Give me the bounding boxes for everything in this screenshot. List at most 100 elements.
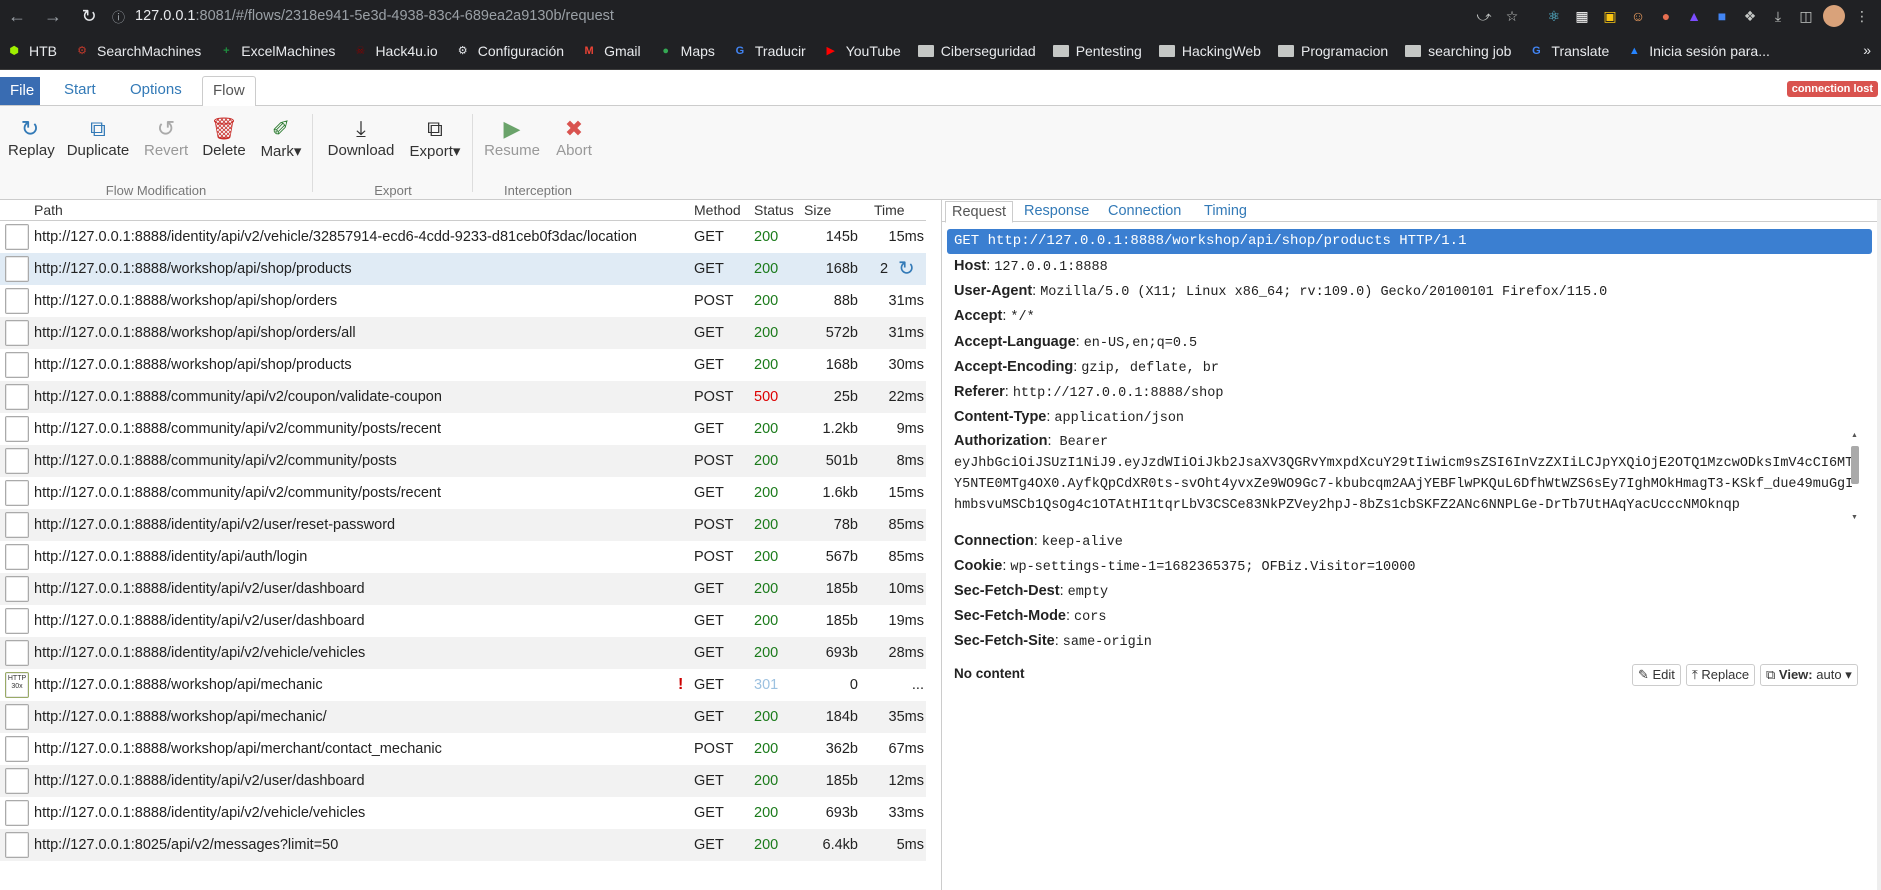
replay-row-icon[interactable]: ↻	[898, 253, 915, 285]
bookmark-item[interactable]: ▲ Inicia sesión para...	[1626, 43, 1770, 59]
flow-row[interactable]: http://127.0.0.1:8888/workshop/api/merch…	[0, 733, 926, 765]
address-field[interactable]: ⓘ 127.0.0.1:8081/#/flows/2318e941-5e3d-4…	[112, 0, 614, 32]
browser-menu-icon[interactable]: ⋮	[1851, 5, 1873, 27]
edit-button[interactable]: ✎ Edit	[1632, 664, 1681, 686]
flow-row[interactable]: http://127.0.0.1:8888/workshop/api/shop/…	[0, 349, 926, 381]
bookmark-item[interactable]: Programacion	[1277, 43, 1388, 59]
header-accept-language[interactable]: Accept-Language: en-US,en;q=0.5	[954, 334, 1197, 351]
flow-row[interactable]: http://127.0.0.1:8888/community/api/v2/c…	[0, 381, 926, 413]
replace-button[interactable]: ⤒ Replace	[1686, 664, 1756, 686]
revert-button[interactable]: ↺ Revert	[144, 116, 188, 159]
resume-button[interactable]: ▶ Resume	[484, 116, 540, 159]
bookmark-item[interactable]: G Traducir	[732, 43, 806, 59]
extension-grid-icon[interactable]: ▦	[1571, 5, 1593, 27]
header-sec-fetch-site[interactable]: Sec-Fetch-Site: same-origin	[954, 633, 1152, 650]
header-host[interactable]: Host: 127.0.0.1:8888	[954, 258, 1108, 275]
flow-row[interactable]: http://127.0.0.1:8888/identity/api/v2/ve…	[0, 637, 926, 669]
profile-avatar[interactable]	[1823, 5, 1845, 27]
flow-row[interactable]: HTTP 30x http://127.0.0.1:8888/workshop/a…	[0, 669, 926, 701]
column-size[interactable]: Size	[804, 200, 831, 220]
bookmark-item[interactable]: Ciberseguridad	[917, 43, 1036, 59]
column-path[interactable]: Path	[34, 200, 63, 220]
flow-row[interactable]: http://127.0.0.1:8888/identity/api/v2/ve…	[0, 797, 926, 829]
tab-request[interactable]: Request	[945, 201, 1014, 223]
menu-tab-start[interactable]: Start	[54, 76, 106, 106]
menu-tab-file[interactable]: File	[0, 77, 40, 105]
scroll-thumb[interactable]	[1851, 446, 1859, 484]
download-icon[interactable]: ⤓	[1767, 5, 1789, 27]
flow-row[interactable]: http://127.0.0.1:8888/identity/api/v2/ve…	[0, 221, 926, 253]
flow-row[interactable]: http://127.0.0.1:8888/community/api/v2/c…	[0, 477, 926, 509]
tab-connection[interactable]: Connection	[1102, 201, 1187, 223]
duplicate-button[interactable]: ⧉ Duplicate	[66, 116, 130, 159]
header-accept[interactable]: Accept: */*	[954, 308, 1035, 325]
header-connection[interactable]: Connection: keep-alive	[954, 533, 1123, 550]
flow-row[interactable]: http://127.0.0.1:8888/identity/api/auth/…	[0, 541, 926, 573]
scroll-down-icon[interactable]: ▼	[1851, 514, 1858, 521]
request-line[interactable]: GET http://127.0.0.1:8888/workshop/api/s…	[947, 229, 1872, 254]
flow-row[interactable]: http://127.0.0.1:8888/community/api/v2/c…	[0, 445, 926, 477]
bookmark-item[interactable]: ⚙ SearchMachines	[74, 43, 201, 59]
flow-row[interactable]: http://127.0.0.1:8888/identity/api/v2/us…	[0, 573, 926, 605]
bookmark-item[interactable]: ☠ Hack4u.io	[352, 43, 438, 59]
flow-row[interactable]: http://127.0.0.1:8025/api/v2/messages?li…	[0, 829, 926, 861]
header-content-type[interactable]: Content-Type: application/json	[954, 409, 1184, 426]
extension-face-icon[interactable]: ☺	[1627, 5, 1649, 27]
react-devtools-icon[interactable]: ⚛	[1543, 5, 1565, 27]
bookmark-item[interactable]: G Translate	[1528, 43, 1609, 59]
flow-row[interactable]: http://127.0.0.1:8888/identity/api/v2/us…	[0, 765, 926, 797]
menu-tab-options[interactable]: Options	[120, 76, 192, 106]
bookmark-item[interactable]: ⚙ Configuración	[455, 43, 564, 59]
sidepanel-icon[interactable]: ◫	[1795, 5, 1817, 27]
header-referer[interactable]: Referer: http://127.0.0.1:8888/shop	[954, 384, 1223, 401]
flow-row[interactable]: http://127.0.0.1:8888/identity/api/v2/us…	[0, 605, 926, 637]
mark-button[interactable]: ✐ Mark▾	[258, 116, 304, 160]
bookmark-item[interactable]: + ExcelMachines	[218, 43, 335, 59]
tab-response[interactable]: Response	[1018, 201, 1095, 223]
column-status[interactable]: Status	[754, 200, 794, 220]
back-arrow-icon[interactable]: ←	[4, 3, 30, 29]
header-sec-fetch-mode[interactable]: Sec-Fetch-Mode: cors	[954, 608, 1106, 625]
tab-timing[interactable]: Timing	[1198, 201, 1253, 223]
menu-tab-flow[interactable]: Flow	[202, 76, 256, 107]
view-mode-select[interactable]: ⧉ View: auto ▾	[1760, 664, 1858, 686]
info-icon[interactable]: ⓘ	[112, 7, 125, 26]
export-button[interactable]: ⧉ Export▾	[408, 116, 462, 160]
bookmark-item[interactable]: searching job	[1405, 43, 1511, 59]
extension-badge-icon[interactable]: ▲	[1683, 5, 1705, 27]
scroll-up-icon[interactable]: ▲	[1851, 432, 1858, 439]
bookmark-item[interactable]: ⬢ HTB	[6, 43, 57, 59]
flow-row[interactable]: http://127.0.0.1:8888/workshop/api/shop/…	[0, 285, 926, 317]
header-accept-encoding[interactable]: Accept-Encoding: gzip, deflate, br	[954, 359, 1219, 376]
download-button[interactable]: ⤓ Download	[326, 116, 396, 159]
bookmark-item[interactable]: HackingWeb	[1158, 43, 1261, 59]
reload-icon[interactable]: ↻	[76, 3, 102, 29]
flow-row[interactable]: http://127.0.0.1:8888/community/api/v2/c…	[0, 413, 926, 445]
flow-row[interactable]: http://127.0.0.1:8888/workshop/api/shop/…	[0, 317, 926, 349]
bookmark-star-icon[interactable]: ☆	[1501, 5, 1523, 27]
extensions-puzzle-icon[interactable]: ❖	[1739, 5, 1761, 27]
header-user-agent[interactable]: User-Agent: Mozilla/5.0 (X11; Linux x86_6…	[954, 283, 1607, 300]
bookmark-item[interactable]: ● Maps	[658, 43, 715, 59]
bookmarks-overflow-icon[interactable]: »	[1863, 42, 1871, 58]
bookmark-item[interactable]: Pentesting	[1052, 43, 1142, 59]
bookmark-item[interactable]: ▶ YouTube	[823, 43, 900, 59]
extension-cookie-icon[interactable]: ●	[1655, 5, 1677, 27]
flow-row[interactable]: http://127.0.0.1:8888/identity/api/v2/us…	[0, 509, 926, 541]
flow-row[interactable]: http://127.0.0.1:8888/workshop/api/shop/…	[0, 253, 926, 285]
header-cookie[interactable]: Cookie: wp-settings-time-1=1682365375; OF…	[954, 558, 1415, 575]
column-time[interactable]: Time	[874, 200, 905, 220]
share-icon[interactable]: ⤻	[1473, 5, 1495, 27]
bookmark-item[interactable]: M Gmail	[581, 43, 641, 59]
replay-button[interactable]: ↻ Replay	[8, 116, 55, 159]
authorization-scrollbar[interactable]: ▲ ▼	[1850, 432, 1860, 524]
delete-button[interactable]: 🗑 Delete	[202, 116, 246, 159]
abort-button[interactable]: ✖ Abort	[554, 116, 594, 159]
header-sec-fetch-dest[interactable]: Sec-Fetch-Dest: empty	[954, 583, 1108, 600]
header-authorization[interactable]: Authorization: Bearer eyJhbGciOiJSUzI1Ni…	[954, 432, 1859, 524]
extension-folder-icon[interactable]: ▣	[1599, 5, 1621, 27]
forward-arrow-icon[interactable]: →	[40, 3, 66, 29]
column-method[interactable]: Method	[694, 200, 741, 220]
extension-square-icon[interactable]: ■	[1711, 5, 1733, 27]
flow-row[interactable]: http://127.0.0.1:8888/workshop/api/mecha…	[0, 701, 926, 733]
